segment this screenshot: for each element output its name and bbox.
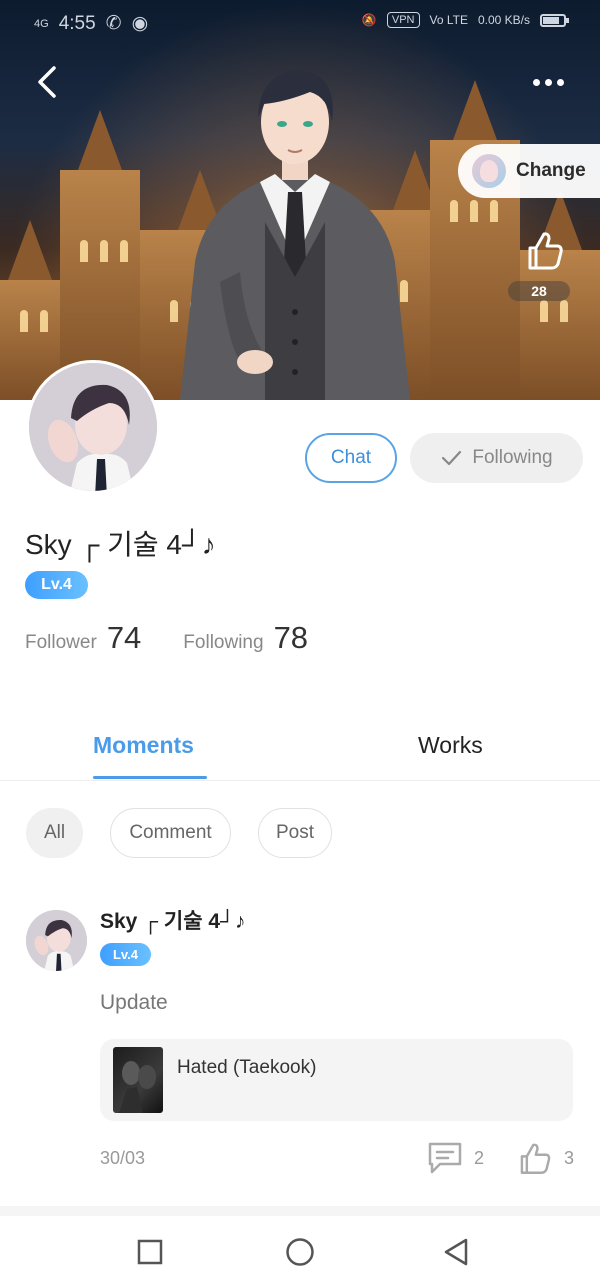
character-thumbnail xyxy=(472,154,506,188)
back-nav-button[interactable] xyxy=(438,1234,474,1270)
section-divider xyxy=(0,1206,600,1216)
comment-button[interactable]: 2 xyxy=(426,1138,484,1178)
change-label: Change xyxy=(516,160,586,181)
thumbs-up-icon xyxy=(528,232,563,270)
post-text: Update xyxy=(100,991,168,1014)
chevron-left-icon xyxy=(38,66,56,98)
recents-button[interactable] xyxy=(132,1234,168,1270)
following-button[interactable]: Following xyxy=(410,433,583,483)
network-indicator: 4G xyxy=(34,17,49,30)
circle-icon xyxy=(286,1238,314,1266)
following-label[interactable]: Following xyxy=(183,632,263,654)
triangle-back-icon xyxy=(444,1238,468,1266)
volte-indicator: Vo LTE xyxy=(429,13,468,27)
battery-icon xyxy=(540,13,569,27)
window xyxy=(20,310,28,332)
post-author-name[interactable]: Sky ┌ 기술 4┘♪ xyxy=(100,905,245,935)
like-count: 3 xyxy=(564,1147,575,1168)
like-button[interactable]: 3 xyxy=(516,1138,574,1178)
follower-count[interactable]: 74 xyxy=(107,620,141,656)
square-icon xyxy=(137,1239,163,1265)
work-card[interactable]: Hated (Taekook) xyxy=(100,1039,573,1121)
window xyxy=(470,200,478,222)
window xyxy=(490,200,498,222)
work-title: Hated (Taekook) xyxy=(177,1057,317,1078)
profile-cover xyxy=(0,0,600,400)
more-icon xyxy=(532,78,540,86)
change-look-button[interactable]: Change xyxy=(458,144,600,198)
check-icon xyxy=(442,450,462,466)
comment-icon xyxy=(428,1142,462,1174)
post-date: 30/03 xyxy=(100,1148,146,1168)
home-button[interactable] xyxy=(282,1234,318,1270)
active-tab-indicator xyxy=(93,776,207,779)
whatsapp-icon: ✆ xyxy=(105,13,122,34)
follower-label[interactable]: Follower xyxy=(25,632,97,654)
status-time: 4:55 xyxy=(58,12,96,34)
notification-icon: ◉ xyxy=(131,13,149,34)
tab-moments[interactable]: Moments xyxy=(93,732,194,759)
avatar-image xyxy=(26,910,87,971)
avatar[interactable] xyxy=(26,360,160,494)
window xyxy=(80,240,88,262)
system-nav-bar xyxy=(0,1216,600,1287)
filter-all[interactable]: All xyxy=(26,808,83,858)
window xyxy=(100,240,108,262)
filter-post[interactable]: Post xyxy=(258,808,332,858)
window xyxy=(40,310,48,332)
thumbs-up-icon xyxy=(520,1143,551,1174)
tab-works[interactable]: Works xyxy=(418,732,483,759)
chat-button[interactable]: Chat xyxy=(305,433,397,483)
profile-stats: Follower 74 Following 78 xyxy=(25,620,308,656)
vpn-indicator: VPN xyxy=(386,12,420,28)
filter-comment[interactable]: Comment xyxy=(110,808,231,858)
post-author-avatar[interactable] xyxy=(26,910,87,971)
back-button[interactable] xyxy=(30,62,70,102)
avatar-image xyxy=(29,363,157,491)
comment-count: 2 xyxy=(474,1147,485,1168)
work-cover xyxy=(113,1047,163,1113)
status-bar: 4G 4:55 ✆ ◉ 🔕 VPN Vo LTE 0.00 KB/s xyxy=(0,0,600,46)
following-count[interactable]: 78 xyxy=(274,620,308,656)
character-illustration xyxy=(180,70,410,400)
mute-icon: 🔕 xyxy=(361,13,377,27)
post-level-badge: Lv.4 xyxy=(100,943,151,966)
window xyxy=(450,200,458,222)
profile-like-button[interactable]: 28 xyxy=(508,228,570,304)
profile-username: Sky ┌ 기술 4┘♪ xyxy=(25,529,216,560)
work-cover-image xyxy=(119,1061,156,1113)
network-speed: 0.00 KB/s xyxy=(477,13,530,27)
profile-like-count: 28 xyxy=(508,281,570,301)
window xyxy=(120,240,128,262)
more-button[interactable] xyxy=(526,64,570,100)
following-button-label: Following xyxy=(472,447,553,468)
level-badge: Lv.4 xyxy=(25,571,88,599)
profile-tabs: Moments Works xyxy=(0,716,600,781)
